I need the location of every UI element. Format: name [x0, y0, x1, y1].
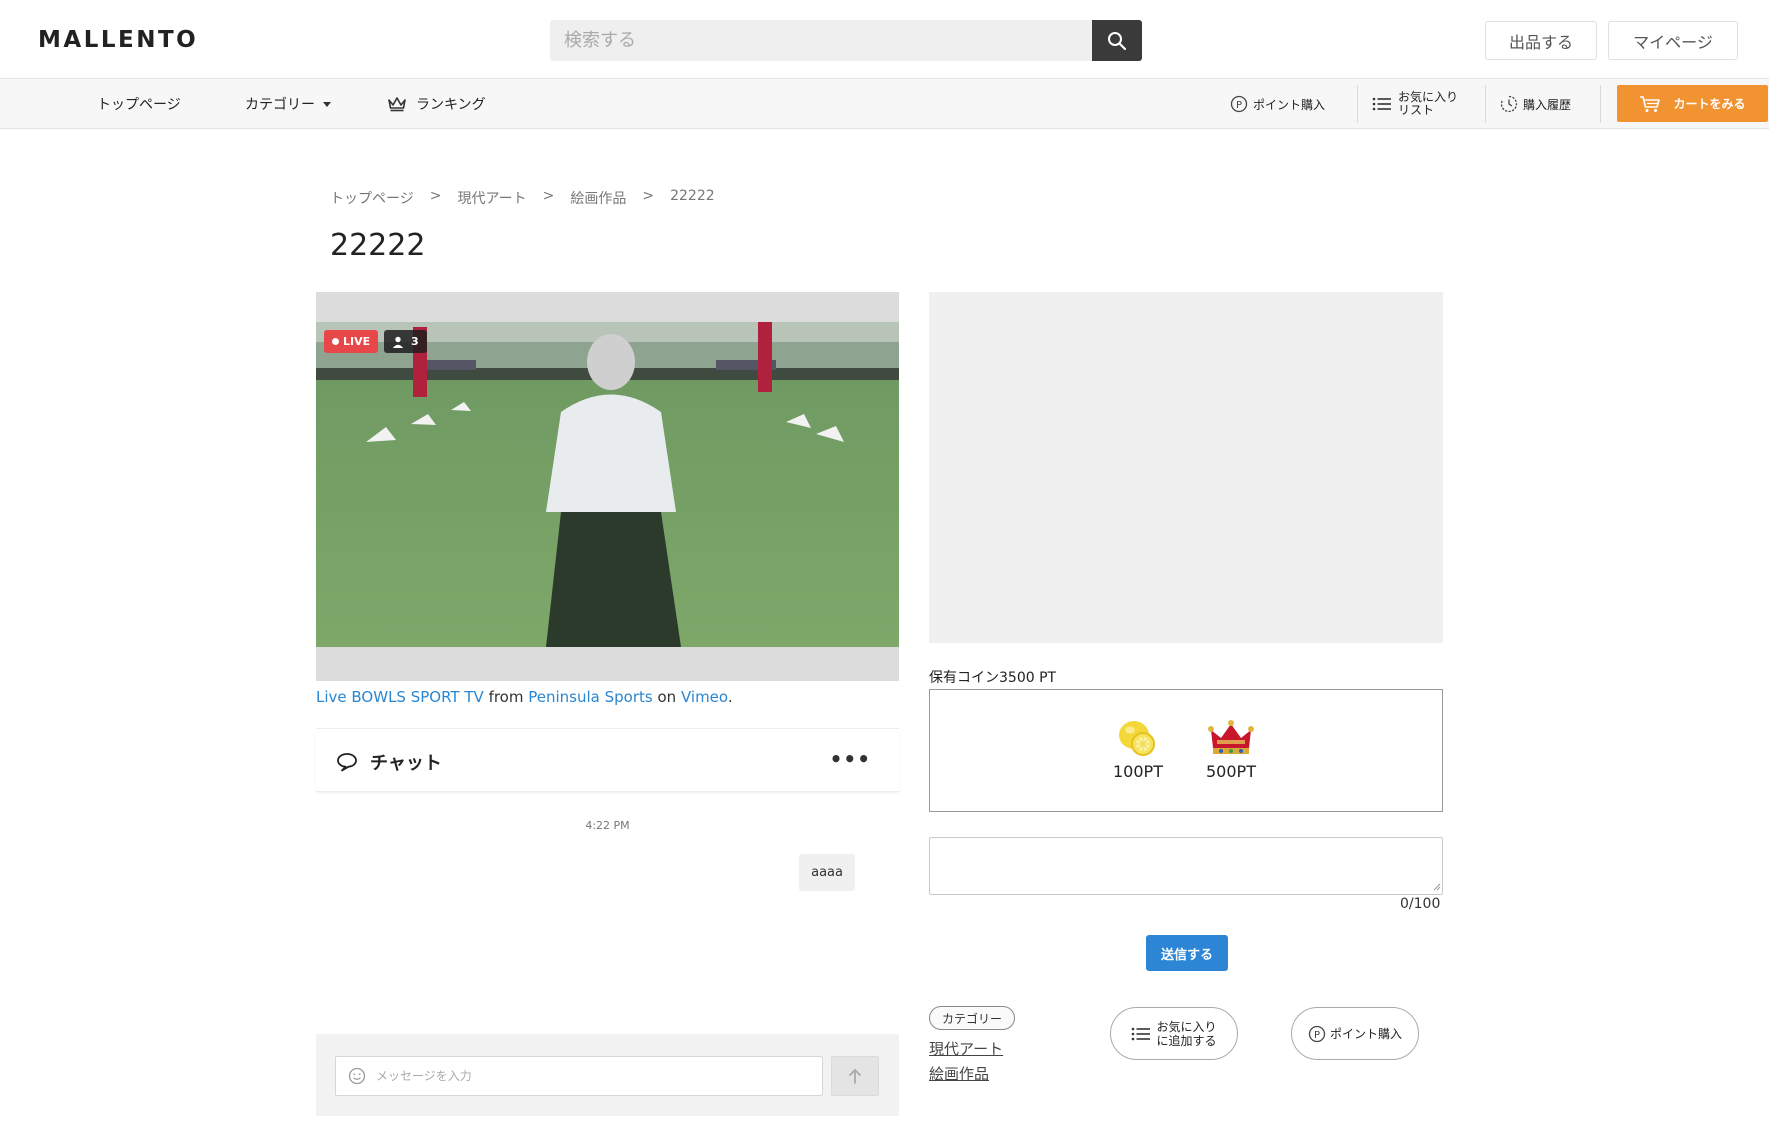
live-label: LIVE: [343, 335, 371, 348]
nav-points-label: ポイント購入: [1253, 97, 1326, 112]
nav-divider: [1600, 85, 1601, 123]
chat-message-list: 4:22 PM aaaa: [316, 794, 899, 1034]
breadcrumb-separator: >: [429, 188, 442, 204]
arrow-up-icon: [849, 1069, 861, 1084]
gift-500pt[interactable]: 500PT: [1206, 718, 1256, 781]
nav-top-page[interactable]: トップページ: [97, 79, 181, 129]
site-logo[interactable]: MALLENTO: [38, 27, 198, 53]
breadcrumb-separator: >: [542, 188, 555, 204]
category-tag: カテゴリー: [929, 1006, 1016, 1030]
site-header: MALLENTO 出品する マイページ: [0, 0, 1769, 79]
char-counter: 0/100: [1400, 896, 1441, 912]
chat-timestamp: 4:22 PM: [585, 819, 630, 832]
breadcrumb-item-modern-art[interactable]: 現代アート: [457, 188, 526, 208]
main-nav: トップページ カテゴリー ランキング P ポイント購入 お気に入り リスト 購入…: [0, 79, 1769, 129]
search-bar: [550, 20, 1142, 61]
list-icon: [1372, 97, 1391, 111]
gift-100pt-label: 100PT: [1113, 762, 1163, 781]
chat-message-input[interactable]: [376, 1069, 822, 1083]
point-purchase-button[interactable]: P ポイント購入: [1291, 1007, 1419, 1060]
gift-message-textarea[interactable]: [929, 837, 1443, 895]
caption-on: on: [657, 688, 677, 706]
nav-favorites-text: お気に入り リスト: [1398, 91, 1458, 117]
breadcrumb-item-current: 22222: [670, 188, 715, 204]
vimeo-link[interactable]: Vimeo: [681, 688, 728, 706]
nav-favorites-line2: リスト: [1398, 103, 1435, 117]
search-input[interactable]: [550, 20, 1092, 61]
point-coin-icon: P: [1308, 1025, 1326, 1042]
user-icon: [392, 336, 404, 348]
search-icon: [1108, 31, 1127, 50]
nav-favorites-list[interactable]: お気に入り リスト: [1372, 85, 1458, 123]
submit-button[interactable]: 送信する: [1146, 935, 1228, 971]
viewer-count: 3: [411, 335, 419, 348]
search-button[interactable]: [1092, 20, 1142, 61]
gift-100pt[interactable]: 100PT: [1113, 718, 1163, 781]
nav-ranking-label: ランキング: [416, 97, 486, 113]
category-link-modern-art[interactable]: 現代アート: [929, 1038, 1003, 1059]
list-icon: [1132, 1027, 1151, 1040]
live-badge: LIVE: [324, 330, 379, 353]
chat-more-options-icon[interactable]: •••: [830, 747, 871, 771]
gift-selector: 100PT 500PT: [929, 689, 1443, 812]
add-favorites-line2: に追加する: [1156, 1033, 1217, 1048]
emoji-icon[interactable]: [348, 1067, 366, 1085]
nav-history-label: 購入履歴: [1523, 97, 1572, 112]
svg-text:P: P: [1236, 100, 1242, 111]
chat-bubble-icon: [337, 753, 357, 772]
lemon-icon: [1118, 721, 1155, 756]
crown-icon: [1207, 720, 1254, 754]
breadcrumb-item-paintings[interactable]: 絵画作品: [570, 188, 626, 208]
history-clock-icon: [1500, 95, 1518, 113]
nav-category-dropdown[interactable]: カテゴリー: [245, 79, 331, 129]
add-to-favorites-button[interactable]: お気に入り に追加する: [1110, 1007, 1238, 1060]
breadcrumb-separator: >: [642, 188, 655, 204]
breadcrumb: トップページ > 現代アート > 絵画作品 > 22222: [330, 188, 731, 208]
live-video-player[interactable]: LIVE 3: [316, 292, 899, 681]
caption-from: from: [488, 688, 524, 706]
video-link[interactable]: Live BOWLS SPORT TV: [316, 688, 484, 706]
video-frame-image: LIVE 3: [316, 322, 899, 647]
nav-category-label: カテゴリー: [245, 97, 315, 113]
cart-icon: [1640, 95, 1661, 112]
mypage-button[interactable]: マイページ: [1608, 21, 1738, 60]
chat-send-button[interactable]: [831, 1056, 879, 1096]
nav-point-purchase[interactable]: P ポイント購入: [1230, 85, 1325, 123]
sell-button[interactable]: 出品する: [1485, 21, 1597, 60]
nav-divider: [1357, 85, 1358, 123]
nav-purchase-history[interactable]: 購入履歴: [1500, 85, 1571, 123]
nav-top-label: トップページ: [97, 97, 181, 113]
cart-label: カートをみる: [1673, 97, 1746, 111]
chat-title: チャット: [336, 749, 442, 775]
caption-period: .: [727, 688, 733, 706]
chat-header: チャット •••: [316, 728, 899, 792]
nav-divider: [1485, 85, 1486, 123]
crown-icon: [388, 97, 406, 112]
chat-message: aaaa: [799, 854, 855, 891]
chat-title-label: チャット: [370, 753, 442, 774]
resize-handle-icon[interactable]: [1433, 883, 1441, 891]
point-coin-icon: P: [1230, 95, 1248, 113]
add-favorites-text: お気に入り に追加する: [1156, 1020, 1216, 1048]
page-title: 22222: [330, 228, 426, 263]
video-caption: Live BOWLS SPORT TV from Peninsula Sport…: [316, 688, 733, 706]
chat-input-wrapper: [335, 1056, 823, 1096]
breadcrumb-item-top[interactable]: トップページ: [330, 188, 414, 208]
category-link-paintings[interactable]: 絵画作品: [929, 1063, 989, 1084]
coin-balance: 保有コイン3500 PT: [929, 670, 1057, 686]
viewer-count-badge: 3: [384, 330, 427, 353]
product-image-placeholder: [929, 292, 1443, 643]
gift-500pt-label: 500PT: [1206, 762, 1256, 781]
svg-text:P: P: [1314, 1030, 1320, 1041]
add-favorites-line1: お気に入り: [1156, 1019, 1217, 1034]
channel-link[interactable]: Peninsula Sports: [528, 688, 652, 706]
point-purchase-label: ポイント購入: [1329, 1026, 1402, 1041]
live-dot-icon: [332, 338, 339, 345]
caret-down-icon: [323, 101, 331, 107]
view-cart-button[interactable]: カートをみる: [1617, 85, 1768, 122]
nav-ranking[interactable]: ランキング: [387, 79, 486, 129]
chat-composer: [316, 1034, 899, 1116]
video-scene: [316, 322, 899, 647]
